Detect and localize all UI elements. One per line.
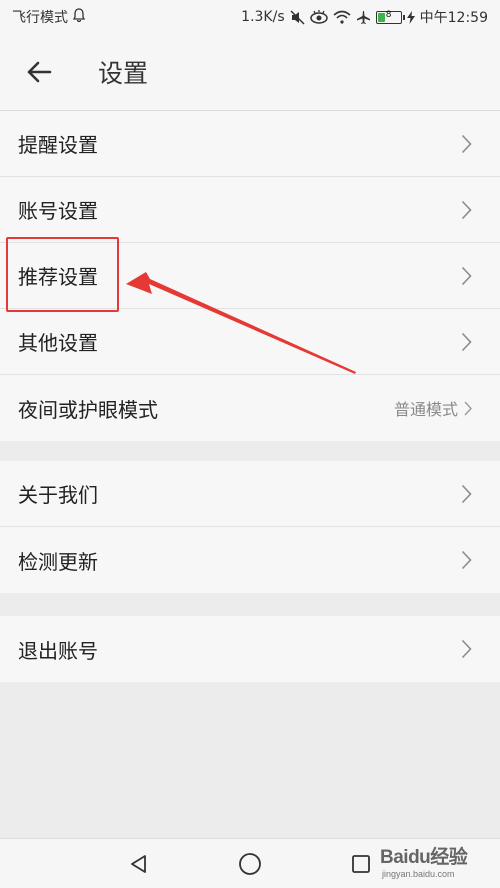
navigation-bar — [0, 838, 500, 888]
battery-icon: 8 — [375, 9, 405, 24]
notification-icon — [72, 8, 86, 26]
circle-home-icon — [239, 853, 261, 875]
row-check-update[interactable]: 检测更新 — [0, 527, 500, 593]
row-night-eye-mode[interactable]: 夜间或护眼模式 普通模式 — [0, 375, 500, 441]
chevron-right-icon — [464, 401, 472, 416]
nav-recent-button[interactable] — [331, 839, 391, 888]
chevron-right-icon — [461, 550, 472, 570]
network-speed: 1.3K/s — [241, 9, 285, 25]
wifi-icon — [333, 10, 351, 24]
row-label: 夜间或护眼模式 — [18, 397, 158, 422]
arrow-left-icon — [27, 61, 52, 83]
header: 设置 — [0, 34, 500, 111]
back-button[interactable] — [0, 34, 78, 111]
nav-back-button[interactable] — [109, 839, 169, 888]
chevron-right-icon — [461, 484, 472, 504]
row-account-settings[interactable]: 账号设置 — [0, 177, 500, 243]
row-reminder-settings[interactable]: 提醒设置 — [0, 111, 500, 177]
status-left: 飞行模式 — [12, 7, 86, 27]
settings-group-about: 关于我们 检测更新 — [0, 461, 500, 593]
row-label: 检测更新 — [18, 549, 98, 574]
airplane-icon — [356, 10, 371, 25]
chevron-right-icon — [461, 639, 472, 659]
settings-group-logout: 退出账号 — [0, 616, 500, 682]
airplane-mode-label: 飞行模式 — [12, 10, 68, 26]
row-label: 提醒设置 — [18, 133, 98, 157]
night-mode-value: 普通模式 — [393, 400, 458, 419]
chevron-right-icon — [461, 332, 472, 352]
row-logout[interactable]: 退出账号 — [0, 616, 500, 682]
square-recent-icon — [352, 855, 370, 873]
row-about-us[interactable]: 关于我们 — [0, 461, 500, 527]
charging-icon — [406, 10, 415, 24]
battery-level: 8 — [385, 9, 392, 20]
triangle-back-icon — [131, 855, 146, 873]
row-recommendation-settings[interactable]: 推荐设置 — [0, 243, 500, 309]
mute-icon — [290, 9, 305, 25]
status-bar: 飞行模式 1.3K/s 8 中午12:59 — [0, 0, 500, 34]
eye-care-icon — [309, 10, 328, 24]
chevron-right-icon — [461, 200, 472, 220]
row-label: 关于我们 — [18, 483, 98, 507]
chevron-right-icon — [461, 134, 472, 154]
nav-home-button[interactable] — [220, 839, 280, 888]
clock: 中午12:59 — [419, 10, 488, 26]
row-label: 退出账号 — [18, 638, 98, 663]
row-right: 普通模式 — [394, 396, 472, 420]
status-right: 1.3K/s 8 中午12:59 — [241, 7, 488, 27]
row-other-settings[interactable]: 其他设置 — [0, 309, 500, 375]
page-title: 设置 — [98, 59, 149, 88]
chevron-right-icon — [461, 266, 472, 286]
row-label: 推荐设置 — [18, 265, 98, 289]
settings-group-main: 提醒设置 账号设置 推荐设置 其他设置 夜间或护眼模式 普通模式 — [0, 111, 500, 441]
row-label: 账号设置 — [18, 199, 98, 223]
row-label: 其他设置 — [18, 331, 98, 355]
